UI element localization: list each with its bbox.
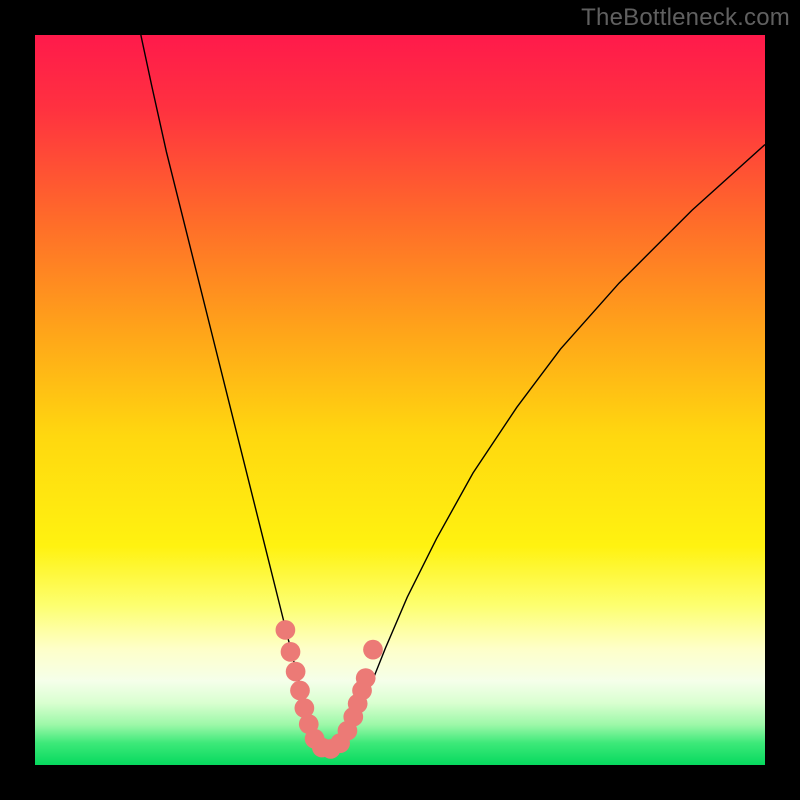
- marker-dot: [286, 662, 306, 682]
- marker-dot: [276, 620, 296, 640]
- marker-dot: [290, 681, 310, 701]
- main-curve: [141, 35, 765, 749]
- marker-dot: [363, 640, 383, 660]
- watermark-text: TheBottleneck.com: [581, 4, 790, 32]
- marker-dots: [276, 620, 383, 759]
- curve-layer: [35, 35, 765, 765]
- plot-area: [35, 35, 765, 765]
- marker-dot: [356, 668, 376, 688]
- marker-dot: [281, 642, 301, 662]
- chart-frame: TheBottleneck.com: [0, 0, 800, 800]
